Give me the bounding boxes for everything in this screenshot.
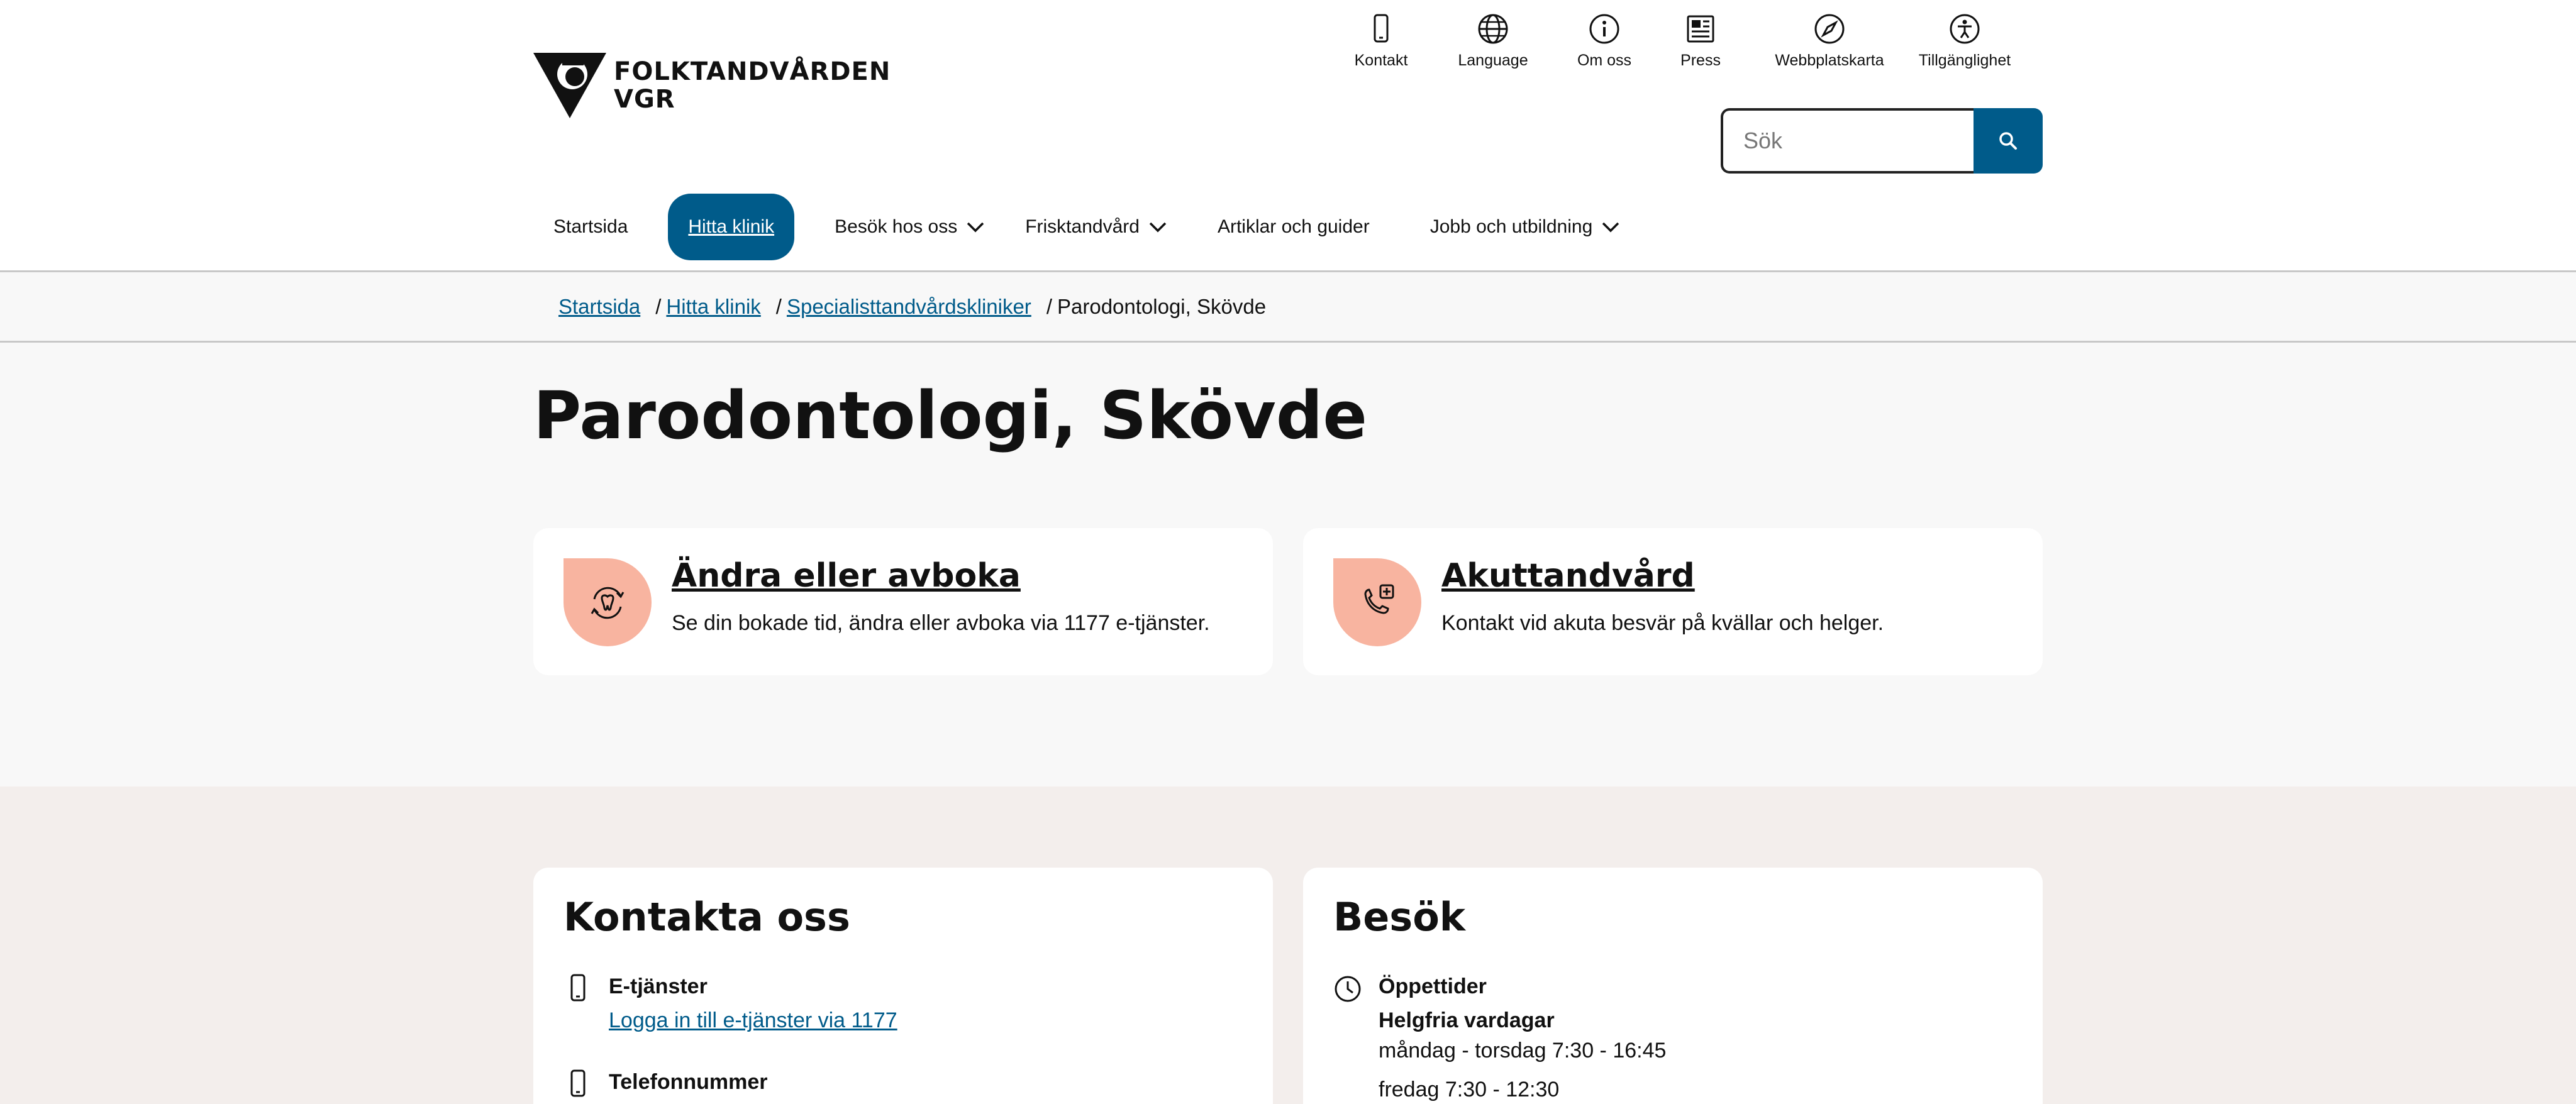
visit-card: Besök Öppettider Helgfria vardagar månda… xyxy=(1303,868,2043,1104)
contact-card: Kontakta oss E-tjänster Logga in till e-… xyxy=(533,868,1273,1104)
quick-link-title[interactable]: Ändra eller avboka xyxy=(672,557,1021,595)
chevron-down-icon xyxy=(1149,222,1167,233)
breadcrumb-separator: / xyxy=(655,295,662,318)
utility-label: Kontakt xyxy=(1354,52,1408,69)
page-title: Parodontologi, Skövde xyxy=(533,377,1367,454)
opening-hours-label: Öppettider xyxy=(1379,974,1487,998)
utility-label: Om oss xyxy=(1577,52,1632,69)
breadcrumb-bar: Startsida / Hitta klinik / Specialisttan… xyxy=(0,270,2576,343)
info-icon xyxy=(1589,14,1619,44)
accessibility-icon xyxy=(1950,14,1980,44)
phone-label: Telefonnummer xyxy=(609,1070,768,1094)
breadcrumb-current: Parodontologi, Skövde xyxy=(1057,295,1267,318)
utility-kontakt[interactable]: Kontakt xyxy=(1333,11,1429,70)
logo-mark-icon xyxy=(533,53,606,118)
opening-hours-subheading: Helgfria vardagar xyxy=(1379,1008,1555,1032)
search-form xyxy=(1721,108,2043,174)
breadcrumb-separator: / xyxy=(775,295,782,318)
nav-label: Frisktandvård xyxy=(1025,216,1140,237)
nav-item-artiklar-och-guider[interactable]: Artiklar och guider xyxy=(1218,194,1370,260)
breadcrumb-link-specialisttandvardskliniker[interactable]: Specialisttandvårdskliniker xyxy=(787,295,1031,319)
utility-label: Tillgänglighet xyxy=(1918,52,2011,69)
nav-item-besok-hos-oss[interactable]: Besök hos oss xyxy=(835,194,985,260)
quick-link-card-akuttandvard[interactable]: Akuttandvård Kontakt vid akuta besvär på… xyxy=(1303,528,2043,675)
nav-label: Besök hos oss xyxy=(835,216,958,237)
quick-link-icon-bg xyxy=(564,558,652,646)
etjanster-login-link[interactable]: Logga in till e-tjänster via 1177 xyxy=(609,1008,897,1033)
breadcrumb: Startsida / Hitta klinik / Specialisttan… xyxy=(558,295,1266,319)
quick-link-title[interactable]: Akuttandvård xyxy=(1441,557,1695,595)
chevron-down-icon xyxy=(967,222,984,233)
visit-title: Besök xyxy=(1333,894,1466,940)
logo-line-2: VGR xyxy=(614,85,675,114)
nav-label: Artiklar och guider xyxy=(1217,216,1370,237)
mobile-icon xyxy=(570,974,586,1002)
quick-link-card-andra-avboka[interactable]: Ändra eller avboka Se din bokade tid, än… xyxy=(533,528,1273,675)
utility-tillganglighet[interactable]: Tillgänglighet xyxy=(1909,11,2020,70)
search-button[interactable] xyxy=(1974,108,2043,174)
contact-title: Kontakta oss xyxy=(564,894,850,940)
newspaper-icon xyxy=(1687,15,1714,43)
utility-press[interactable]: Press xyxy=(1652,11,1750,70)
utility-om-oss[interactable]: Om oss xyxy=(1557,11,1652,70)
utility-label: Language xyxy=(1458,52,1528,69)
tooth-refresh-icon xyxy=(591,587,625,619)
clinic-info-section xyxy=(0,787,2576,1104)
logo-text: FOLKTANDVÅRDEN VGR xyxy=(614,58,891,113)
breadcrumb-separator: / xyxy=(1046,295,1052,318)
nav-item-startsida[interactable]: Startsida xyxy=(553,194,628,260)
phone-icon xyxy=(570,1069,586,1097)
search-input[interactable] xyxy=(1721,108,1974,174)
main-nav: Startsida Hitta klinik Besök hos oss Fri… xyxy=(533,194,1620,260)
chevron-down-icon xyxy=(1602,222,1619,233)
compass-icon xyxy=(1814,14,1845,44)
phone-plus-icon xyxy=(1364,584,1394,614)
nav-label: Jobb och utbildning xyxy=(1430,216,1593,237)
site-logo[interactable]: FOLKTANDVÅRDEN VGR xyxy=(533,53,891,118)
utility-webbplatskarta[interactable]: Webbplatskarta xyxy=(1750,11,1909,70)
opening-hours-weekdays: måndag - torsdag 7:30 - 16:45 xyxy=(1379,1039,1667,1063)
nav-item-frisktandvard[interactable]: Frisktandvård xyxy=(1025,194,1167,260)
phone-icon xyxy=(1374,14,1389,43)
nav-label: Startsida xyxy=(553,216,628,237)
nav-item-jobb-och-utbildning[interactable]: Jobb och utbildning xyxy=(1430,194,1621,260)
opening-hours-friday: fredag 7:30 - 12:30 xyxy=(1379,1078,1560,1101)
breadcrumb-link-startsida[interactable]: Startsida xyxy=(558,295,640,319)
breadcrumb-link-hitta-klinik[interactable]: Hitta klinik xyxy=(666,295,760,319)
nav-label: Hitta klinik xyxy=(688,216,775,237)
utility-language[interactable]: Language xyxy=(1429,11,1557,70)
utility-nav: Kontakt Language Om oss Press Webbplatsk… xyxy=(1333,11,2020,70)
quick-link-description: Se din bokade tid, ändra eller avboka vi… xyxy=(672,611,1210,635)
nav-item-hitta-klinik[interactable]: Hitta klinik xyxy=(668,194,795,260)
utility-label: Webbplatskarta xyxy=(1775,52,1884,69)
clock-icon xyxy=(1335,976,1361,1002)
etjanster-label: E-tjänster xyxy=(609,974,708,998)
globe-icon xyxy=(1478,14,1508,44)
logo-line-1: FOLKTANDVÅRDEN xyxy=(614,57,891,86)
quick-link-description: Kontakt vid akuta besvär på kvällar och … xyxy=(1441,611,1884,635)
search-icon xyxy=(1999,132,2017,150)
quick-link-icon-bg xyxy=(1333,558,1421,646)
utility-label: Press xyxy=(1680,52,1721,69)
site-header: FOLKTANDVÅRDEN VGR Kontakt Language Om o… xyxy=(0,0,2576,270)
